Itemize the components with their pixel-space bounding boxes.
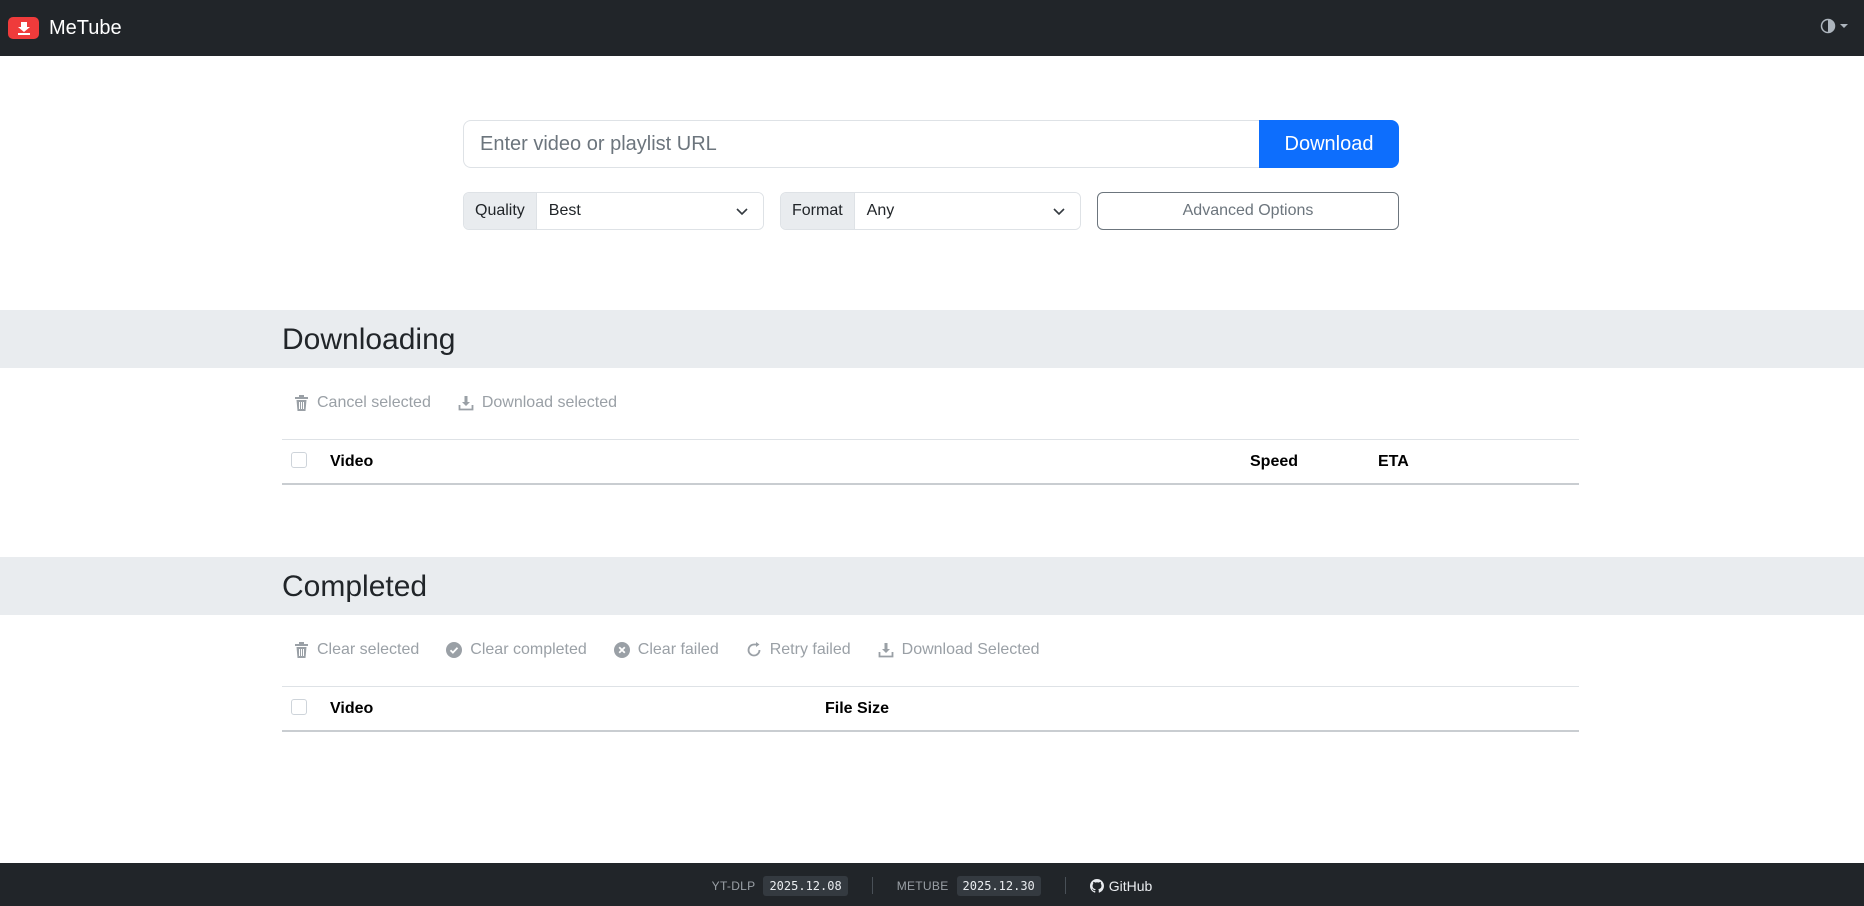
select-all-checkbox[interactable]: [291, 452, 307, 468]
footer-divider: [1064, 877, 1066, 894]
check-circle-icon: [446, 642, 463, 658]
metube-version: 2025.12.30: [956, 875, 1041, 896]
retry-icon: [747, 642, 761, 657]
format-value: Any: [866, 202, 895, 219]
app-title: MeTube: [49, 16, 122, 39]
clear-completed-button[interactable]: Clear completed: [446, 641, 587, 659]
download-icon: [458, 396, 474, 411]
url-input[interactable]: [463, 120, 1259, 168]
column-file-size[interactable]: File Size: [825, 700, 889, 718]
chevron-down-icon: [736, 208, 748, 216]
metube-label: METUBE: [896, 878, 949, 893]
retry-failed-button[interactable]: Retry failed: [746, 641, 851, 659]
ytdlp-version: 2025.12.08: [763, 875, 848, 896]
downloading-title: Downloading: [282, 323, 456, 356]
cancel-selected-button[interactable]: Cancel selected: [294, 394, 431, 412]
completed-header: [0, 557, 1864, 615]
cancel-selected-label: Cancel selected: [317, 394, 431, 411]
completed-toolbar: Clear selected Clear completed Clear fai…: [294, 641, 1040, 659]
downloading-toolbar: Cancel selected Download selected: [294, 394, 617, 412]
x-circle-icon: [613, 642, 630, 658]
quality-select[interactable]: Best: [536, 193, 763, 229]
column-eta[interactable]: ETA: [1378, 453, 1409, 471]
quality-value: Best: [548, 202, 581, 219]
contrast-icon: [1820, 18, 1836, 34]
brand[interactable]: MeTube: [8, 17, 122, 40]
clear-failed-button[interactable]: Clear failed: [613, 641, 719, 659]
retry-failed-label: Retry failed: [769, 641, 851, 658]
quality-label: Quality: [464, 193, 537, 229]
caret-down-icon: [1840, 24, 1848, 28]
column-video[interactable]: Video: [330, 700, 373, 718]
trash-icon: [295, 642, 308, 658]
column-video[interactable]: Video: [330, 453, 373, 471]
download-button[interactable]: Download: [1259, 120, 1399, 168]
footer-divider: [871, 877, 873, 894]
downloading-header: [0, 310, 1864, 368]
navbar: MeTube: [0, 0, 1864, 56]
downloading-table-header: Video Speed ETA: [282, 439, 1579, 485]
download-selected-label: Download selected: [481, 394, 618, 411]
ytdlp-label: YT-DLP: [711, 878, 756, 893]
select-all-completed-checkbox[interactable]: [291, 699, 307, 715]
footer: YT-DLP 2025.12.08 METUBE 2025.12.30 GitH…: [0, 863, 1864, 906]
theme-toggle[interactable]: [1820, 18, 1848, 34]
download-icon: [878, 643, 894, 658]
github-icon: [1089, 878, 1104, 893]
url-form: Download: [463, 120, 1399, 168]
github-label: GitHub: [1108, 877, 1153, 894]
download-selected-completed-button[interactable]: Download Selected: [878, 641, 1040, 659]
format-select[interactable]: Any: [854, 193, 1080, 229]
advanced-options-button[interactable]: Advanced Options: [1097, 192, 1399, 230]
clear-selected-label: Clear selected: [317, 641, 420, 658]
trash-icon: [295, 395, 308, 411]
format-group: Format Any: [780, 192, 1081, 230]
clear-selected-button[interactable]: Clear selected: [294, 641, 419, 659]
completed-table-header: Video File Size: [282, 686, 1579, 732]
github-link[interactable]: GitHub: [1089, 877, 1153, 894]
completed-title: Completed: [282, 570, 428, 603]
download-selected-button[interactable]: Download selected: [458, 394, 617, 412]
clear-completed-label: Clear completed: [470, 641, 587, 658]
quality-group: Quality Best: [463, 192, 764, 230]
clear-failed-label: Clear failed: [637, 641, 719, 658]
chevron-down-icon: [1053, 208, 1065, 216]
format-label: Format: [781, 193, 855, 229]
download-selected-completed-label: Download Selected: [901, 641, 1040, 658]
metube-logo-icon: [8, 17, 39, 39]
column-speed[interactable]: Speed: [1250, 453, 1298, 471]
